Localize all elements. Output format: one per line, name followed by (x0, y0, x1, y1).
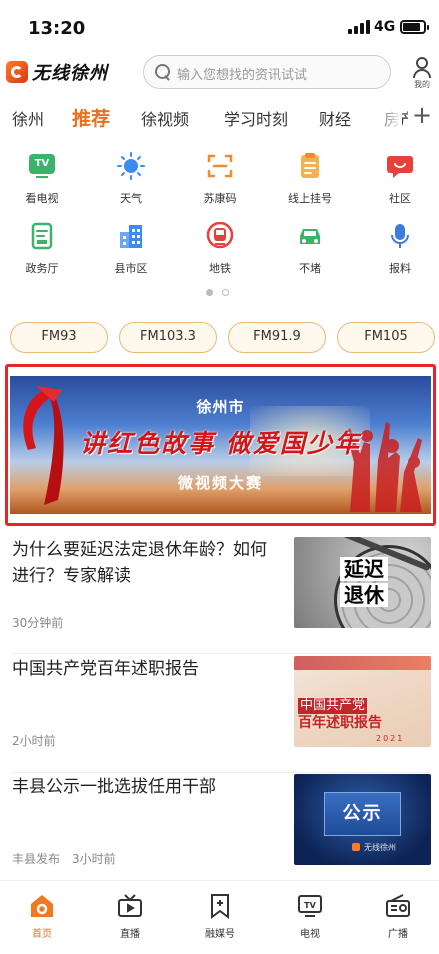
news-title: 丰县公示一批选拔任用干部 (12, 777, 216, 797)
clipboard-icon (296, 152, 324, 180)
bookmark-plus-icon (207, 893, 233, 919)
car-icon (296, 222, 324, 250)
news-thumbnail: 中国共产党 百年述职报告 2021 (294, 656, 431, 747)
tab-xuzhou[interactable]: 徐州 (12, 106, 44, 130)
tv-screen-icon: TV (297, 893, 323, 919)
home-icon (29, 893, 55, 919)
radio-icon (385, 893, 411, 919)
nav-home[interactable]: 首页 (6, 889, 78, 945)
scan-icon (206, 152, 234, 180)
battery-icon (400, 20, 429, 34)
news-item[interactable]: 丰县公示一批选拔任用干部 丰县发布 3小时前 公示 无线徐州 (0, 774, 439, 891)
news-title: 中国共产党百年述职报告 (12, 659, 199, 679)
nav-media-accounts[interactable]: 融媒号 (184, 889, 256, 945)
nav-tv[interactable]: TV 电视 (274, 889, 346, 945)
service-watch-tv[interactable]: TV 看电视 (2, 152, 82, 216)
service-government-hall[interactable]: 政务厅 (2, 222, 82, 286)
nav-radio[interactable]: 广播 (362, 889, 434, 945)
app-header: 无线徐州 输入您想找的资讯试试 我的 (0, 52, 439, 92)
search-input[interactable]: 输入您想找的资讯试试 (143, 55, 391, 89)
news-item[interactable]: 中国共产党百年述职报告 2小时前 中国共产党 百年述职报告 2021 (0, 656, 439, 773)
service-online-registration[interactable]: 线上挂号 (270, 152, 350, 216)
banner-line-3: 微视频大赛 (177, 474, 263, 492)
signal-icon (348, 20, 370, 34)
tab-finance[interactable]: 财经 (319, 106, 351, 130)
service-sukang-code[interactable]: 苏康码 (180, 152, 260, 216)
search-icon (155, 64, 171, 80)
user-icon (416, 57, 428, 69)
network-type: 4G (374, 19, 396, 35)
tab-recommend[interactable]: 推荐 (72, 104, 110, 131)
status-bar: 13:20 4G (0, 0, 439, 50)
logo-text: 无线徐州 (32, 63, 108, 84)
news-time: 30分钟前 (12, 616, 64, 630)
bottom-navigation: 首页 直播 融媒号 TV 电视 广播 (0, 880, 439, 954)
document-icon (28, 222, 56, 250)
live-icon (117, 893, 143, 919)
logo-mark-icon (6, 61, 28, 83)
app-logo: 无线徐州 (6, 58, 108, 86)
building-icon (117, 222, 145, 250)
news-thumbnail: 延迟 退休 (294, 537, 431, 628)
tv-icon: TV (28, 152, 56, 180)
fm-station-button[interactable]: FM105 (337, 322, 435, 353)
channel-tabs: 徐州 推荐 徐视频 学习时刻 财经 房产 + (0, 98, 439, 136)
fm-station-button[interactable]: FM93 (10, 322, 108, 353)
chat-icon (386, 152, 414, 180)
fm-station-button[interactable]: FM91.9 (228, 322, 326, 353)
metro-icon (206, 221, 234, 250)
news-title: 为什么要延迟法定退休年龄？如何进行？专家解读 (12, 540, 267, 586)
banner-line-2: 讲红色故事 做爱国少年 (80, 429, 361, 458)
service-report[interactable]: 报料 (360, 222, 439, 286)
mine-button[interactable]: 我的 (410, 54, 434, 90)
news-time: 3小时前 (72, 852, 116, 866)
nav-live[interactable]: 直播 (94, 889, 166, 945)
news-item[interactable]: 为什么要延迟法定退休年龄？如何进行？专家解读 30分钟前 延迟 退休 (0, 537, 439, 654)
promo-banner[interactable]: 徐州市 讲红色故事 做爱国少年 微视频大赛 (10, 376, 431, 514)
service-no-traffic[interactable]: 不堵 (270, 222, 350, 286)
news-time: 2小时前 (12, 734, 56, 748)
mine-label: 我的 (414, 80, 430, 89)
news-source: 丰县发布 (12, 852, 61, 866)
service-metro[interactable]: 地铁 (180, 221, 260, 286)
status-time: 13:20 (28, 18, 86, 39)
add-channel-icon[interactable]: + (412, 102, 432, 128)
tab-xu-video[interactable]: 徐视频 (141, 106, 189, 130)
service-community[interactable]: 社区 (360, 152, 439, 216)
tab-study-time[interactable]: 学习时刻 (224, 106, 288, 130)
service-weather[interactable]: 天气 (91, 152, 171, 216)
service-counties-districts[interactable]: 县市区 (91, 222, 171, 286)
microphone-icon (386, 222, 414, 250)
fm-station-button[interactable]: FM103.3 (119, 322, 217, 353)
search-placeholder: 输入您想找的资讯试试 (177, 68, 308, 83)
sun-icon (117, 152, 145, 180)
svg-text:TV: TV (304, 901, 316, 910)
news-thumbnail: 公示 无线徐州 (294, 774, 431, 865)
banner-line-1: 徐州市 (196, 398, 245, 416)
